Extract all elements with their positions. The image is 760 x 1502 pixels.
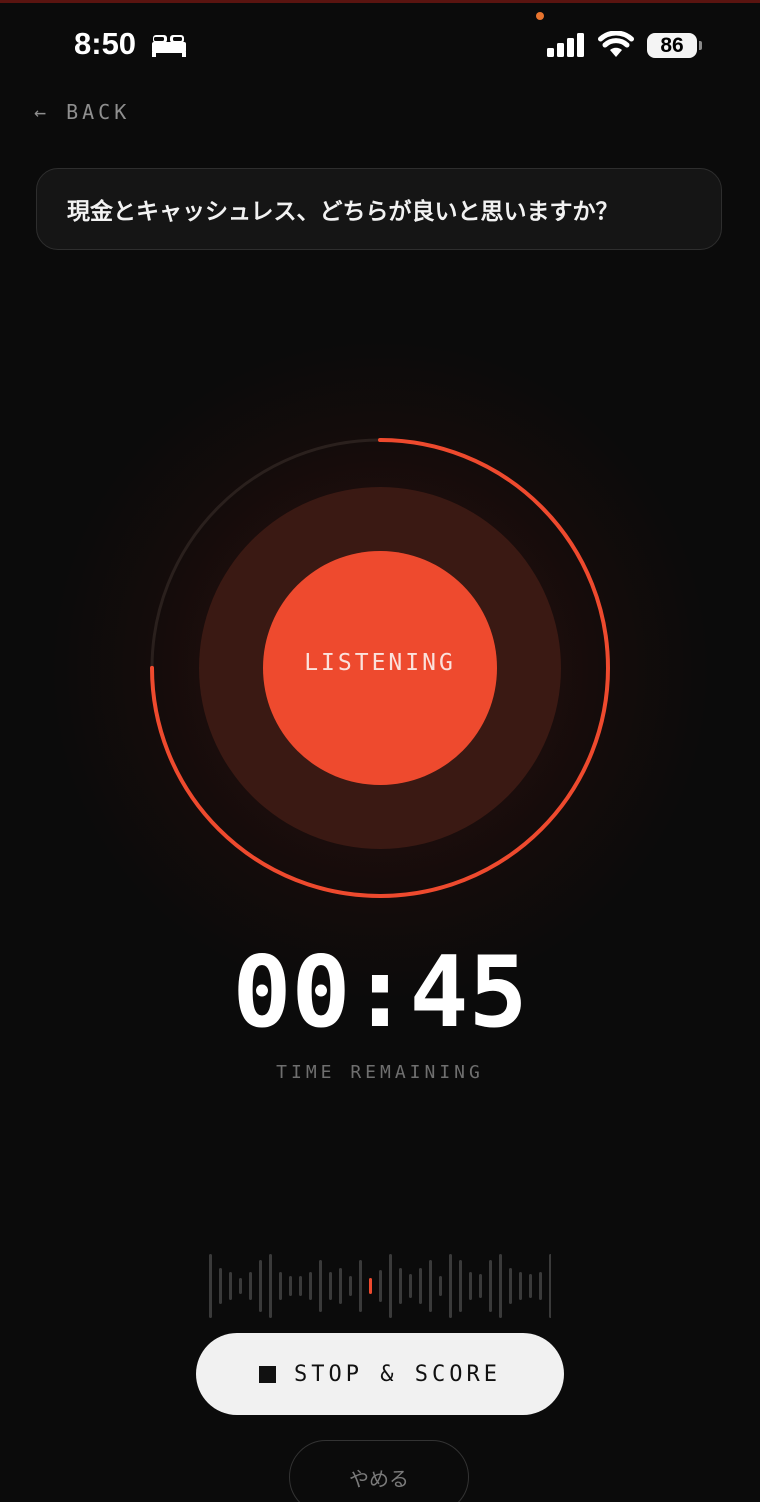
waveform-bar (249, 1272, 252, 1300)
waveform-bar (309, 1272, 312, 1300)
waveform-bar (489, 1260, 492, 1312)
stop-and-score-button[interactable]: STOP & SCORE (196, 1333, 564, 1415)
wifi-icon (598, 31, 634, 57)
waveform-bar (539, 1272, 542, 1300)
question-card: 現金とキャッシュレス、どちらが良いと思いますか？ (36, 168, 722, 250)
waveform-bar (259, 1260, 262, 1312)
waveform-bar (549, 1254, 551, 1318)
waveform-bar (229, 1272, 232, 1300)
waveform-bar (509, 1268, 512, 1304)
bed-icon (152, 35, 186, 57)
quit-label: やめる (349, 1467, 409, 1491)
waveform-bar (269, 1254, 272, 1318)
back-button[interactable]: ← BACK (34, 100, 130, 124)
stop-square-icon (259, 1365, 277, 1383)
status-time: 8:50 (74, 26, 137, 61)
recording-screen: 8:50 86 ← BACK 現金とキャッシュレス、どちらが良いと思いますか？ … (0, 0, 760, 1502)
waveform-bar (359, 1260, 362, 1312)
waveform-bar (279, 1272, 282, 1300)
waveform-bar-active (369, 1278, 372, 1294)
battery-indicator: 86 (647, 33, 697, 58)
audio-waveform (209, 1254, 551, 1318)
timer-caption: TIME REMAINING (276, 1062, 484, 1083)
waveform-bar (219, 1268, 222, 1304)
waveform-bar (529, 1274, 532, 1298)
countdown-timer: 00:45 (232, 936, 528, 1050)
waveform-bar (349, 1276, 352, 1296)
waveform-bar (389, 1254, 392, 1318)
waveform-bar (399, 1268, 402, 1304)
waveform-bar (239, 1278, 242, 1294)
stop-and-score-label: STOP & SCORE (294, 1361, 501, 1387)
waveform-bar (479, 1274, 482, 1298)
waveform-bar (209, 1254, 212, 1318)
waveform-bar (469, 1272, 472, 1300)
waveform-bar (459, 1260, 462, 1312)
waveform-bar (379, 1270, 382, 1302)
waveform-bar (499, 1254, 502, 1318)
waveform-bar (329, 1272, 332, 1300)
waveform-bar (289, 1276, 292, 1296)
quit-button[interactable]: やめる (289, 1440, 469, 1502)
listening-label: LISTENING (304, 650, 456, 676)
waveform-bar (449, 1254, 452, 1318)
waveform-bar (339, 1268, 342, 1304)
camera-indicator-dot (536, 12, 544, 20)
battery-tip (699, 41, 702, 50)
waveform-bar (299, 1276, 302, 1296)
waveform-bar (439, 1276, 442, 1296)
waveform-bar (419, 1268, 422, 1304)
waveform-bar (429, 1260, 432, 1312)
waveform-bar (319, 1260, 322, 1312)
cellular-signal-icon (547, 33, 584, 57)
question-text: 現金とキャッシュレス、どちらが良いと思いますか？ (67, 199, 619, 225)
waveform-bar (519, 1272, 522, 1300)
top-accent-line (0, 0, 760, 3)
waveform-bar (409, 1274, 412, 1298)
